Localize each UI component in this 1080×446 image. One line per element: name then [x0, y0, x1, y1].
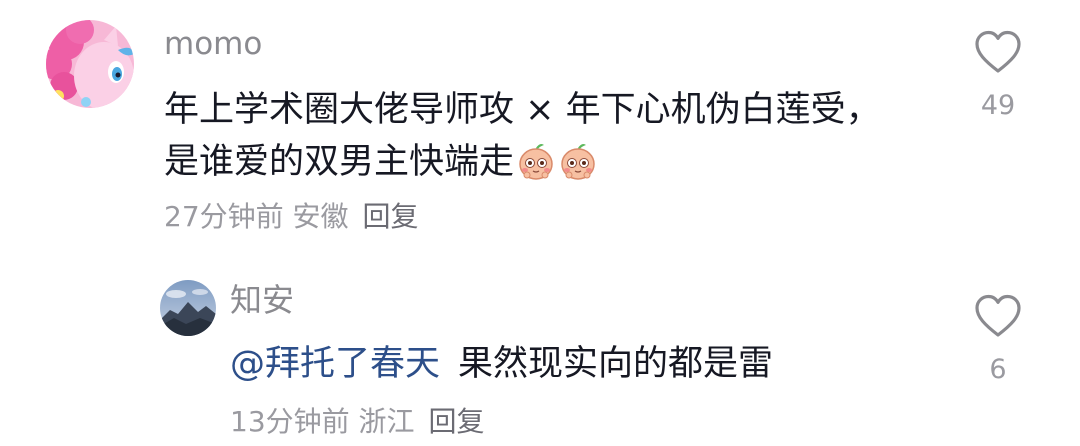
pink-pony-icon: [46, 20, 134, 108]
avatar[interactable]: [160, 280, 216, 336]
reply-time-location: 13分钟前 浙江: [230, 405, 415, 438]
peach-face-emoji-icon: [561, 144, 595, 180]
heart-icon: [975, 294, 1021, 337]
comment-meta: 27分钟前 安徽 回复: [164, 197, 419, 237]
reply-button[interactable]: 回复: [429, 405, 485, 438]
reply-username[interactable]: 知安: [230, 280, 294, 320]
comment-text-block: 年上学术圈大佬导师攻 × 年下心机伪白莲受，是谁爱的双男主快端走: [164, 84, 884, 188]
heart-icon: [975, 30, 1021, 73]
comment-time-location: 27分钟前 安徽: [164, 200, 349, 233]
peach-face-emoji-icon: [519, 144, 553, 180]
reply-text-block: @拜托了春天 果然现实向的都是雷: [230, 340, 773, 388]
comment-username[interactable]: momo: [164, 26, 262, 62]
avatar[interactable]: [46, 20, 134, 108]
reply-item: 知安 @拜托了春天 果然现实向的都是雷 13分钟前 浙江 回复 6: [0, 270, 1080, 446]
reply-meta: 13分钟前 浙江 回复: [230, 402, 485, 442]
comment-item: momo 年上学术圈大佬导师攻 × 年下心机伪白莲受，是谁爱的双男主快端走 27…: [0, 0, 1080, 260]
reply-text: 果然现实向的都是雷: [458, 344, 774, 384]
mention-link[interactable]: @拜托了春天: [230, 344, 440, 384]
like-count: 6: [989, 354, 1007, 385]
like-button[interactable]: 49: [958, 28, 1038, 122]
like-button[interactable]: 6: [958, 292, 1038, 386]
reply-button[interactable]: 回复: [363, 200, 419, 233]
like-count: 49: [980, 90, 1016, 121]
mountain-sky-icon: [160, 280, 216, 336]
